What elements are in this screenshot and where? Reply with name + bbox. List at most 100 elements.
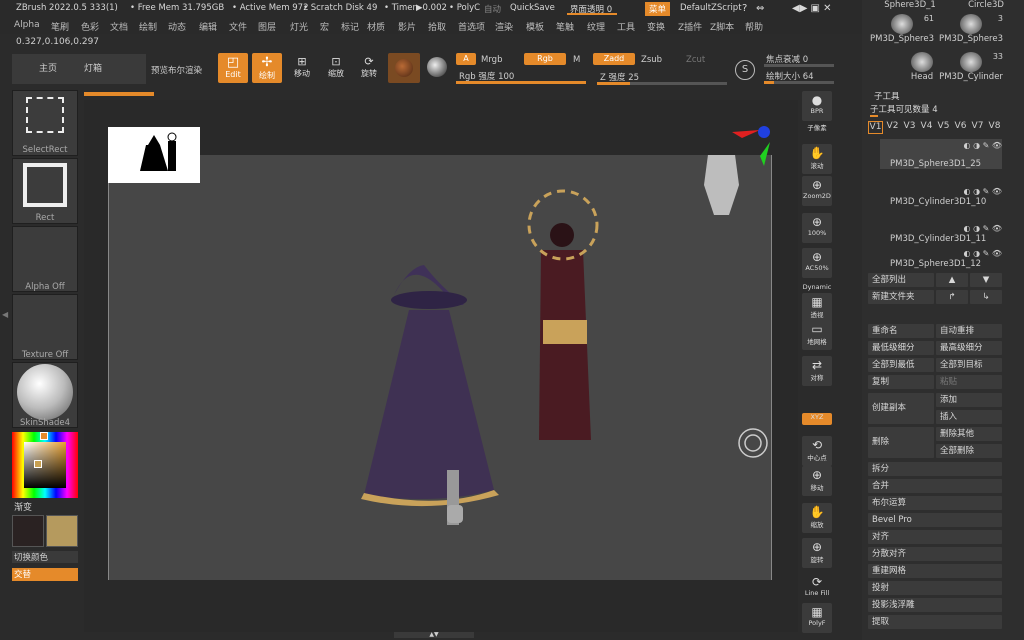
subtool-all-high-button[interactable]: 全部到目标 [936, 358, 1002, 372]
subtool-project-button[interactable]: 投射 [868, 581, 1002, 595]
draw-button[interactable]: ✢ 绘制 [252, 53, 282, 83]
menu-11[interactable]: 标记 [341, 20, 359, 33]
menu-22[interactable]: Z插件 [678, 20, 702, 33]
canvas[interactable] [108, 147, 772, 580]
version-V1[interactable]: V1 [868, 121, 883, 134]
window-controls-icon[interactable]: ◀▶ ▣ ✕ [792, 3, 832, 14]
zadd-toggle[interactable]: Zadd [593, 53, 635, 65]
help-icon[interactable]: ? [742, 3, 747, 14]
subtool-item[interactable]: PM3D_Sphere3D1_12 ◐ ◑ ✎ 👁 [880, 247, 1002, 269]
color-picker-ring[interactable] [12, 432, 78, 498]
move-button[interactable]: ⊞ 移动 [290, 55, 314, 81]
subtool-visibility-icon[interactable]: ◐ ◑ ✎ 👁 [964, 187, 1002, 196]
subtool-boolean-button[interactable]: 布尔运算 [868, 496, 1002, 510]
zsub-toggle[interactable]: Zsub [641, 55, 662, 65]
axis-gizmo[interactable] [732, 126, 772, 166]
subtool-extract-button[interactable]: 提取 [868, 615, 1002, 629]
subtool-new-folder-button[interactable]: 新建文件夹 [868, 290, 934, 304]
subtool-create-copy-button[interactable]: 创建副本 [868, 393, 934, 424]
subtool-lowest-sub-button[interactable]: 最低级细分 [868, 341, 934, 355]
rgb-toggle[interactable]: Rgb [524, 53, 566, 65]
subtool-bevel-pro-button[interactable]: Bevel Pro [868, 513, 1002, 527]
menu-17[interactable]: 模板 [526, 20, 544, 33]
subtool-item[interactable]: PM3D_Sphere3D1_25 ◐ ◑ ✎ 👁 [880, 139, 1002, 169]
subtool-align-button[interactable]: 对齐 [868, 530, 1002, 544]
shelf-button-3[interactable]: ⊕ Zoom2D [802, 176, 832, 206]
menu-24[interactable]: 帮助 [745, 20, 763, 33]
zcut-toggle[interactable]: Zcut [686, 55, 705, 65]
subtool-visibility-icon[interactable]: ◐ ◑ ✎ 👁 [964, 141, 1002, 150]
shelf-button-2[interactable]: ✋ 滚动 [802, 144, 832, 174]
shelf-button-8[interactable]: ▭ 地网格 [802, 320, 832, 350]
hue-handle[interactable] [40, 432, 48, 440]
shelf-button-13[interactable]: ✋ 缩放 [802, 503, 832, 533]
default-zscript-button[interactable]: DefaultZScript [680, 3, 742, 13]
menu-0[interactable]: Alpha [14, 20, 40, 30]
shelf-button-16[interactable]: ▦ PolyF [802, 603, 832, 633]
brush-sphere-icon[interactable] [427, 57, 447, 77]
shelf-button-7[interactable]: ▦ 透视 [802, 293, 832, 323]
menu-21[interactable]: 变换 [647, 20, 665, 33]
subtool-add-button[interactable]: 添加 [936, 393, 1002, 407]
subtool-item[interactable]: PM3D_Cylinder3D1_10 ◐ ◑ ✎ 👁 [880, 185, 1002, 207]
menu-2[interactable]: 色彩 [81, 20, 99, 33]
shelf-button-0[interactable]: ● BPR [802, 91, 832, 121]
shelf-button-10[interactable]: XYZ [802, 413, 832, 425]
menu-button[interactable]: 菜单 [645, 2, 671, 16]
menu-7[interactable]: 文件 [229, 20, 247, 33]
menu-12[interactable]: 材质 [367, 20, 385, 33]
subtool-visibility-icon[interactable]: ◐ ◑ ✎ 👁 [964, 249, 1002, 258]
version-V2[interactable]: V2 [885, 121, 900, 134]
alternate-button[interactable]: 交替 [12, 568, 78, 581]
layout-icon[interactable]: ⇔ [756, 3, 764, 14]
subtool-visibility-icon[interactable]: ◐ ◑ ✎ 👁 [964, 224, 1002, 233]
menu-1[interactable]: 笔刷 [51, 20, 69, 33]
version-V4[interactable]: V4 [919, 121, 934, 134]
main-color-swatch[interactable] [46, 515, 78, 547]
menu-19[interactable]: 纹理 [587, 20, 605, 33]
menu-9[interactable]: 灯光 [290, 20, 308, 33]
subtool-highest-sub-button[interactable]: 最高级细分 [936, 341, 1002, 355]
subtool-arrow-icon-1[interactable]: ▼ [970, 273, 1002, 287]
switch-color-button[interactable]: 切换颜色 [12, 551, 78, 563]
subtool-rename-button[interactable]: 重命名 [868, 324, 934, 338]
subtool-delete-other-button[interactable]: 删除其他 [936, 427, 1002, 441]
menu-3[interactable]: 文档 [110, 20, 128, 33]
menu-23[interactable]: Z脚本 [710, 20, 734, 33]
subtool-delete-button[interactable]: 删除 [868, 427, 934, 458]
navigator-thumbnail[interactable] [108, 127, 200, 183]
subtool-all-low-button[interactable]: 全部到最低 [868, 358, 934, 372]
subtool-arrow-icon-3[interactable]: ↳ [970, 290, 1002, 304]
preview-boolean-button[interactable]: 预览布尔渲染 [151, 64, 202, 76]
draw-size-track[interactable] [764, 81, 834, 84]
shelf-button-12[interactable]: ⊕ 移动 [802, 466, 832, 496]
menu-18[interactable]: 笔触 [556, 20, 574, 33]
menu-10[interactable]: 宏 [320, 20, 329, 33]
subtool-auto-reorder-button[interactable]: 自动重排 [936, 324, 1002, 338]
version-V7[interactable]: V7 [970, 121, 985, 134]
shelf-button-11[interactable]: ⟲ 中心点 [802, 436, 832, 466]
tool-thumbnail-3[interactable]: 3 PM3D_Sphere3 [935, 14, 1007, 44]
lightbox-button[interactable]: 灯箱 [80, 54, 146, 84]
secondary-color-swatch[interactable] [12, 515, 44, 547]
subtool-remesh-button[interactable]: 重建网格 [868, 564, 1002, 578]
shelf-button-1[interactable]: 子像素 [802, 122, 832, 134]
subtool-list-all-button[interactable]: 全部列出 [868, 273, 934, 287]
color-picker-square[interactable] [24, 442, 66, 488]
version-V5[interactable]: V5 [936, 121, 951, 134]
subtool-arrow-icon-2[interactable]: ↱ [936, 290, 968, 304]
bottom-tray-handle[interactable]: ▲▼ [394, 632, 474, 638]
home-button[interactable]: 主页 [12, 54, 84, 84]
rotate-button[interactable]: ⟳ 旋转 [357, 55, 381, 81]
tool-thumbnail-2[interactable]: 61 PM3D_Sphere3 [866, 14, 938, 44]
tool-thumbnail-5[interactable]: 33 PM3D_Cylinder [935, 52, 1007, 82]
version-V6[interactable]: V6 [953, 121, 968, 134]
edit-button[interactable]: ◰ Edit [218, 53, 248, 83]
menu-13[interactable]: 影片 [398, 20, 416, 33]
menu-20[interactable]: 工具 [617, 20, 635, 33]
scale-button[interactable]: ⊡ 缩放 [324, 55, 348, 81]
subtool-header[interactable]: 子工具 [874, 90, 900, 102]
menu-6[interactable]: 编辑 [199, 20, 217, 33]
shelf-button-4[interactable]: ⊕ 100% [802, 213, 832, 243]
shelf-button-5[interactable]: ⊕ AC50% [802, 248, 832, 278]
